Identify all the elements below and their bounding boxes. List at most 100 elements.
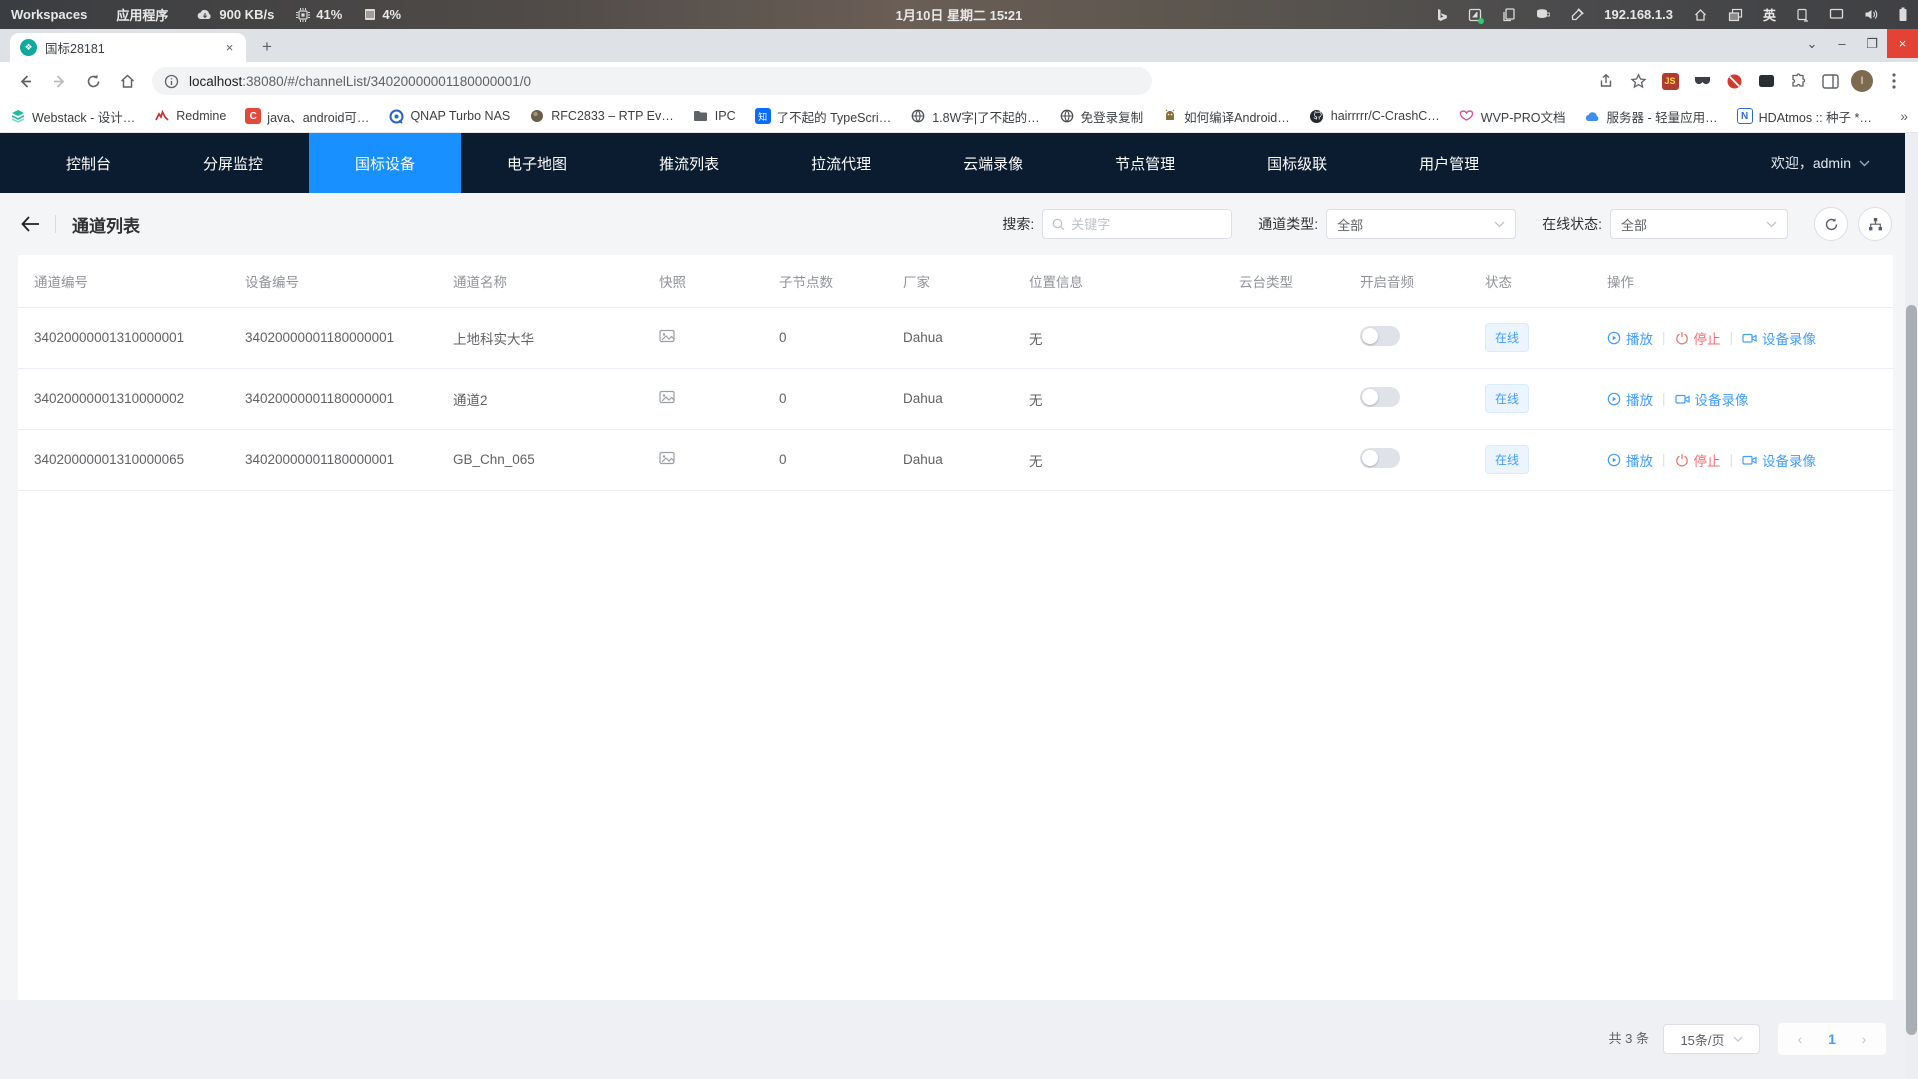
prev-page-chevron-icon[interactable]: ‹ xyxy=(1784,1031,1816,1047)
status-badge: 在线 xyxy=(1485,445,1529,474)
stop-link[interactable]: 停止 xyxy=(1675,450,1721,470)
phone-link-tray-icon[interactable] xyxy=(1796,8,1809,22)
new-tab-button[interactable]: + xyxy=(254,34,280,60)
clipboard-tray-icon[interactable] xyxy=(1502,8,1515,22)
nav-item-gb-cascade[interactable]: 国标级联 xyxy=(1221,133,1373,193)
color-picker-tray-icon[interactable] xyxy=(1570,8,1584,22)
page-size-select[interactable]: 15条/页 xyxy=(1663,1024,1760,1054)
bookmark-hdatmos[interactable]: NHDAtmos :: 种子 *… xyxy=(1737,107,1872,126)
play-link[interactable]: 播放 xyxy=(1607,389,1653,409)
bookmark-star-icon[interactable] xyxy=(1625,68,1651,94)
ext-mask-icon[interactable] xyxy=(1689,68,1715,94)
nav-item-push-list[interactable]: 推流列表 xyxy=(613,133,765,193)
reload-icon[interactable] xyxy=(79,67,107,95)
bookmarks-overflow-chevron[interactable]: » xyxy=(1900,108,1908,124)
bookmark-rfc2833[interactable]: RFC2833 – RTP Ev… xyxy=(529,108,674,124)
bookmark-qnap[interactable]: QNAP Turbo NAS xyxy=(388,108,510,124)
tab-search-chevron-icon[interactable]: ⌄ xyxy=(1797,29,1827,58)
nav-item-user-manage[interactable]: 用户管理 xyxy=(1373,133,1525,193)
browser-menu-kebab-icon[interactable] xyxy=(1881,68,1907,94)
bookmark-wvp-docs[interactable]: WVP-PRO文档 xyxy=(1459,107,1566,126)
current-page-number[interactable]: 1 xyxy=(1816,1031,1848,1047)
bing-tray-icon[interactable] xyxy=(1436,8,1448,22)
audio-toggle[interactable] xyxy=(1360,387,1400,407)
snapshot-image-icon[interactable] xyxy=(659,329,675,343)
device-record-link[interactable]: 设备录像 xyxy=(1742,450,1816,470)
search-input[interactable] xyxy=(1071,217,1222,232)
volume-tray-icon[interactable] xyxy=(1864,8,1878,21)
audio-toggle[interactable] xyxy=(1360,326,1400,346)
home-icon[interactable] xyxy=(113,67,141,95)
caffeine-cup-tray-icon[interactable] xyxy=(1535,8,1550,21)
snapshot-image-icon[interactable] xyxy=(659,451,675,465)
memory-usage-indicator[interactable]: 4% xyxy=(364,7,401,22)
window-minimize-button[interactable]: – xyxy=(1827,29,1857,58)
url-omnibox[interactable]: localhost:38080/#/channelList/3402000000… xyxy=(152,67,1152,95)
tab-favicon-icon: ❖ xyxy=(20,39,37,56)
window-close-button[interactable]: × xyxy=(1887,29,1918,58)
windows-tray-icon[interactable] xyxy=(1728,8,1743,22)
network-speed-indicator[interactable]: 900 KB/s xyxy=(197,7,274,22)
snapshot-image-icon[interactable] xyxy=(659,390,675,404)
bookmark-webstack[interactable]: Webstack - 设计… xyxy=(10,107,135,126)
window-restore-button[interactable]: ❐ xyxy=(1857,29,1887,58)
bookmark-android-build[interactable]: 如何编译Android… xyxy=(1162,107,1290,126)
extensions-puzzle-icon[interactable] xyxy=(1785,68,1811,94)
play-link[interactable]: 播放 xyxy=(1607,450,1653,470)
refresh-button[interactable] xyxy=(1814,207,1848,241)
nav-item-console[interactable]: 控制台 xyxy=(20,133,157,193)
ip-address-indicator[interactable]: 192.168.1.3 xyxy=(1604,7,1673,22)
nav-item-pull-proxy[interactable]: 拉流代理 xyxy=(765,133,917,193)
browser-tab[interactable]: ❖ 国标28181 × xyxy=(10,33,246,62)
page-scrollbar-thumb[interactable] xyxy=(1906,305,1917,1035)
bookmark-c-site[interactable]: Cjava、android可… xyxy=(245,107,369,126)
nav-item-cloud-record[interactable]: 云端录像 xyxy=(917,133,1069,193)
chevron-down-icon xyxy=(1494,221,1505,228)
site-info-icon[interactable] xyxy=(164,74,179,89)
user-menu[interactable]: 欢迎，admin xyxy=(1771,153,1870,173)
play-link[interactable]: 播放 xyxy=(1607,328,1653,348)
device-record-link[interactable]: 设备录像 xyxy=(1742,328,1816,348)
input-method-indicator[interactable]: 英 xyxy=(1763,5,1776,24)
audio-toggle[interactable] xyxy=(1360,448,1400,468)
cell-channel-id: 34020000001310000065 xyxy=(18,429,229,490)
stop-link[interactable]: 停止 xyxy=(1675,328,1721,348)
nav-item-e-map[interactable]: 电子地图 xyxy=(461,133,613,193)
bookmark-github-crash[interactable]: hairrrrr/C-CrashC… xyxy=(1309,108,1440,124)
screenshot-tray-icon[interactable] xyxy=(1468,8,1482,22)
battery-tray-icon[interactable] xyxy=(1898,7,1908,22)
applications-menu[interactable]: 应用程序 xyxy=(116,5,168,24)
tab-close-icon[interactable]: × xyxy=(221,39,238,56)
home-tray-icon[interactable] xyxy=(1693,8,1708,22)
app-nav-bar: 控制台 分屏监控 国标设备 电子地图 推流列表 拉流代理 云端录像 节点管理 国… xyxy=(0,133,1918,193)
bookmark-redmine[interactable]: Redmine xyxy=(154,108,226,124)
ext-screen-recorder-icon[interactable] xyxy=(1753,68,1779,94)
side-panel-icon[interactable] xyxy=(1817,68,1843,94)
bookmark-zhihu-typescript[interactable]: 知了不起的 TypeScri… xyxy=(755,107,892,126)
forward-icon[interactable] xyxy=(45,67,73,95)
back-arrow-icon[interactable] xyxy=(20,215,41,233)
online-status-select[interactable]: 全部 xyxy=(1610,209,1788,239)
bookmark-article-18w[interactable]: 1.8W字|了不起的… xyxy=(910,107,1039,126)
ext-js-icon[interactable]: JS xyxy=(1657,68,1683,94)
bookmark-ipc-folder[interactable]: IPC xyxy=(693,108,736,124)
ext-blocker-icon[interactable] xyxy=(1721,68,1747,94)
workspaces-button[interactable]: Workspaces xyxy=(11,7,87,22)
channel-type-select[interactable]: 全部 xyxy=(1326,209,1516,239)
profile-avatar[interactable]: I xyxy=(1849,68,1875,94)
bookmark-copy-nologin[interactable]: 免登录复制 xyxy=(1059,107,1144,126)
browser-address-bar: localhost:38080/#/channelList/3402000000… xyxy=(0,62,1918,100)
cell-location: 无 xyxy=(1013,368,1223,429)
nav-item-split-monitor[interactable]: 分屏监控 xyxy=(157,133,309,193)
cpu-usage-indicator[interactable]: 41% xyxy=(296,7,342,22)
next-page-chevron-icon[interactable]: › xyxy=(1848,1031,1880,1047)
channel-table: 通道编号 设备编号 通道名称 快照 子节点数 厂家 位置信息 云台类型 开启音频… xyxy=(18,255,1893,491)
back-icon[interactable] xyxy=(11,67,39,95)
display-tray-icon[interactable] xyxy=(1829,8,1844,21)
nav-item-node-manage[interactable]: 节点管理 xyxy=(1069,133,1221,193)
nav-item-gb-devices[interactable]: 国标设备 xyxy=(309,133,461,193)
bookmark-lighthouse-server[interactable]: 服务器 - 轻量应用… xyxy=(1585,107,1718,126)
tree-view-button[interactable] xyxy=(1858,207,1892,241)
device-record-link[interactable]: 设备录像 xyxy=(1675,389,1749,409)
share-icon[interactable] xyxy=(1593,68,1619,94)
